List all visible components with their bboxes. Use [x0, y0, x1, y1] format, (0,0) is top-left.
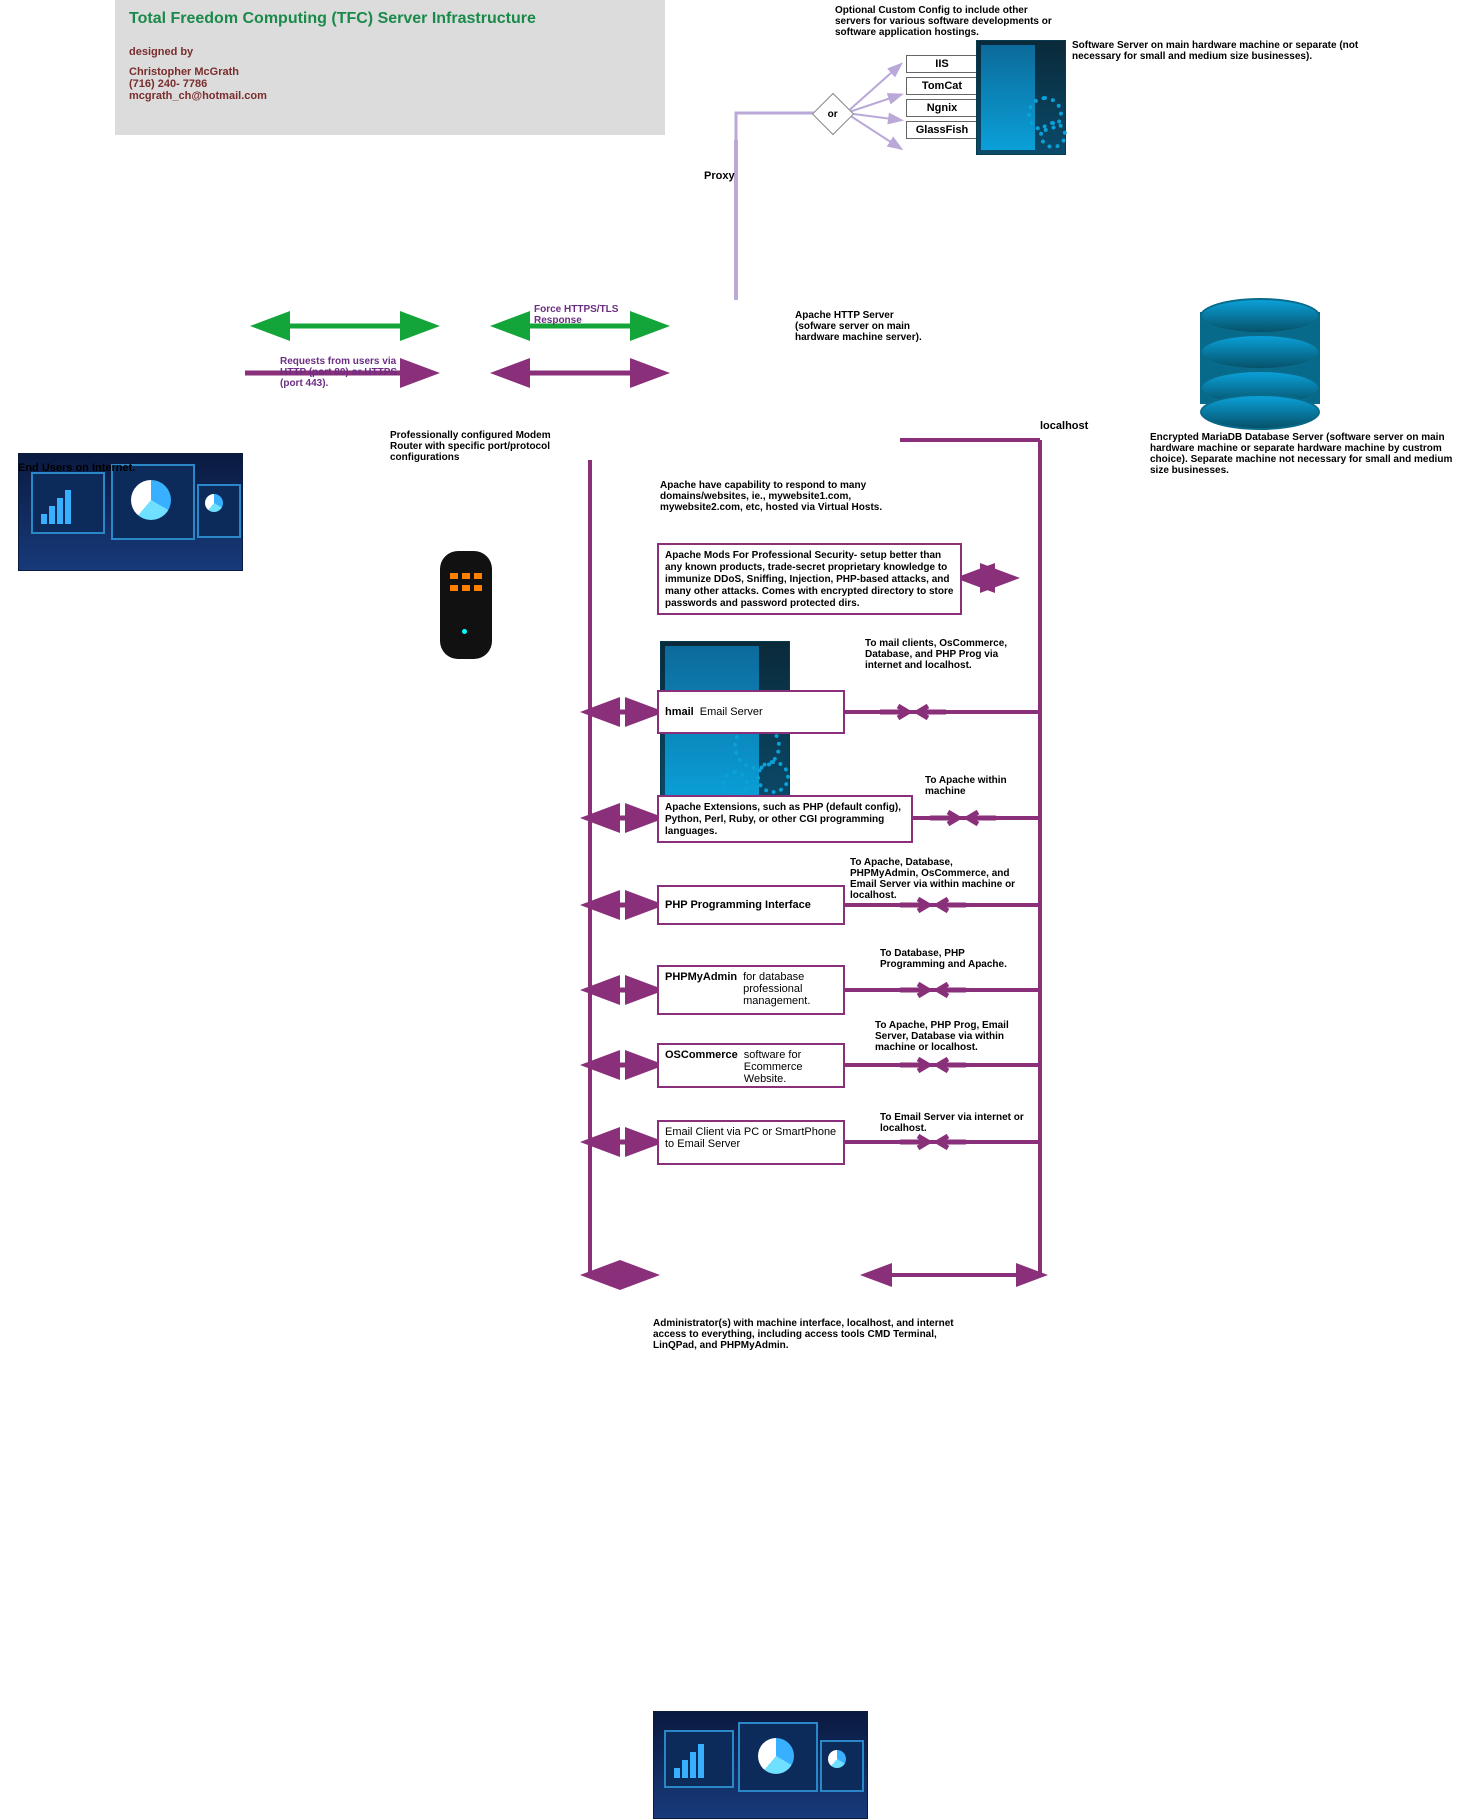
email-client-box: Email Client via PC or SmartPhone to Ema…	[657, 1120, 845, 1165]
php-prog-right-caption: To Apache, Database, PHPMyAdmin, OsComme…	[850, 857, 1020, 901]
optional-config-heading: Optional Custom Config to include other …	[835, 5, 1065, 38]
apache-virtualhost-caption: Apache have capability to respond to man…	[660, 480, 895, 513]
author-email: mcgrath_ch@hotmail.com	[129, 90, 651, 102]
hmail-right-caption: To mail clients, OsCommerce, Database, a…	[865, 638, 1025, 671]
author-phone: (716) 240- 7786	[129, 78, 651, 90]
apache-ext-right-caption: To Apache within machine	[925, 775, 1035, 797]
hmail-sub: Email Server	[700, 706, 763, 718]
oscommerce-sub: software for Ecommerce Website.	[744, 1049, 837, 1082]
phpmyadmin-box: PHPMyAdmin for database professional man…	[657, 965, 845, 1015]
php-prog-name: PHP Programming Interface	[665, 899, 811, 911]
diagram-title: Total Freedom Computing (TFC) Server Inf…	[129, 10, 651, 28]
proxy-label: Proxy	[704, 170, 735, 182]
apache-mods-text: Apache Mods For Professional Security- s…	[665, 550, 953, 609]
apache-name: Apache HTTP Server (sofware server on ma…	[795, 310, 925, 343]
title-card: Total Freedom Computing (TFC) Server Inf…	[115, 0, 665, 135]
apache-ext-box: Apache Extensions, such as PHP (default …	[657, 795, 913, 843]
apache-mods-box: Apache Mods For Professional Security- s…	[657, 543, 962, 615]
server-option-glassfish: GlassFish	[906, 121, 978, 139]
software-server-caption: Software Server on main hardware machine…	[1072, 40, 1380, 62]
apache-ext-text: Apache Extensions, such as PHP (default …	[665, 802, 901, 837]
hmail-box: hmail Email Server	[657, 690, 845, 734]
database-icon	[1200, 298, 1320, 418]
software-server-icon	[976, 40, 1066, 155]
email-client-right-caption: To Email Server via internet or localhos…	[880, 1112, 1030, 1134]
oscommerce-box: OSCommerce software for Ecommerce Websit…	[657, 1043, 845, 1088]
php-prog-box: PHP Programming Interface	[657, 885, 845, 925]
phpmyadmin-name: PHPMyAdmin	[665, 971, 737, 1009]
request-label: Requests from users via HTTP (port 80) o…	[280, 356, 410, 389]
oscommerce-right-caption: To Apache, PHP Prog, Email Server, Datab…	[875, 1020, 1035, 1053]
end-users-caption: End Users on Internet.	[18, 462, 135, 474]
phpmyadmin-sub: for database professional management.	[743, 971, 837, 1009]
admin-icon	[653, 1711, 868, 1819]
oscommerce-name: OSCommerce	[665, 1049, 738, 1082]
force-https-label: Force HTTPS/TLS Response	[534, 304, 644, 326]
optional-servers-list: IIS TomCat Ngnix GlassFish	[906, 55, 978, 139]
or-decision-diamond: or	[818, 99, 848, 129]
server-option-nginx: Ngnix	[906, 99, 978, 117]
author-name: Christopher McGrath	[129, 66, 651, 78]
designed-by-label: designed by	[129, 46, 651, 58]
admin-caption: Administrator(s) with machine interface,…	[653, 1318, 963, 1351]
database-caption: Encrypted MariaDB Database Server (softw…	[1150, 432, 1455, 476]
router-caption: Professionally configured Modem Router w…	[390, 430, 555, 463]
localhost-label: localhost	[1040, 420, 1088, 432]
server-option-tomcat: TomCat	[906, 77, 978, 95]
email-client-text: Email Client via PC or SmartPhone to Ema…	[665, 1126, 836, 1150]
router-icon	[440, 551, 492, 659]
hmail-name: hmail	[665, 706, 694, 718]
phpmyadmin-right-caption: To Database, PHP Programming and Apache.	[880, 948, 1030, 970]
or-label: or	[828, 109, 838, 120]
server-option-iis: IIS	[906, 55, 978, 73]
